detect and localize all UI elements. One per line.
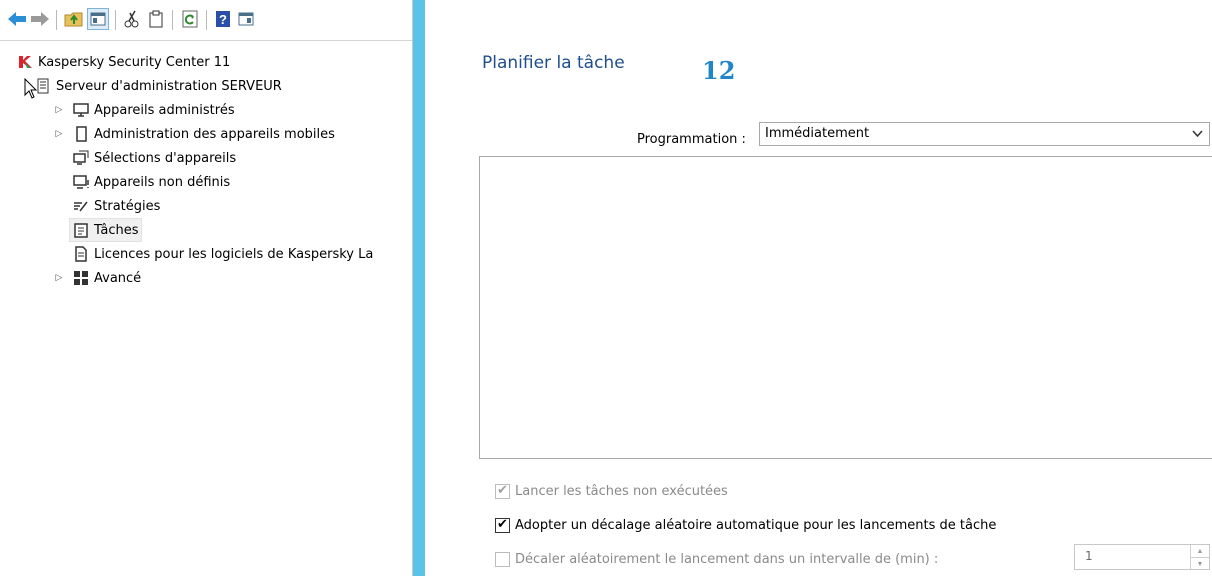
checkbox-box: ✔ xyxy=(495,483,510,499)
refresh-icon[interactable] xyxy=(180,9,200,29)
tree-node-managed-devices[interactable]: Appareils administrés xyxy=(72,99,235,121)
pane-splitter[interactable] xyxy=(413,0,425,576)
expand-arrow-icon[interactable]: ▷ xyxy=(54,99,64,121)
tree-node-advanced[interactable]: Avancé xyxy=(72,267,141,289)
console-tree-pane: ? Kaspersky Security Center 11 Serveur d… xyxy=(0,0,413,576)
tree-node-label: Administration des appareils mobiles xyxy=(94,126,335,142)
spinner-up-icon[interactable]: ▲ xyxy=(1191,545,1209,558)
wizard-step-title: Planifier la tâche xyxy=(482,53,625,73)
schedule-settings-area xyxy=(479,156,1212,459)
expand-arrow-icon[interactable]: ▷ xyxy=(54,267,64,289)
advanced-grid-icon xyxy=(72,269,90,287)
device-selection-icon xyxy=(72,149,90,167)
kaspersky-logo-icon xyxy=(16,53,34,71)
tree-node-tasks[interactable]: Tâches xyxy=(69,218,142,242)
interval-value: 1 xyxy=(1085,549,1093,563)
back-arrow-icon[interactable] xyxy=(7,9,27,29)
svg-text:?: ? xyxy=(219,12,227,27)
checkbox-label: Adopter un décalage aléatoire automatiqu… xyxy=(515,518,997,533)
tree-node-server[interactable]: Serveur d'administration SERVEUR xyxy=(34,75,282,97)
tree-node-label: Serveur d'administration SERVEUR xyxy=(56,78,282,94)
tree-node-label: Kaspersky Security Center 11 xyxy=(38,54,231,70)
random-delay-interval-checkbox[interactable]: Décaler aléatoirement le lancement dans … xyxy=(495,552,938,567)
tree-node-mobile-devices[interactable]: Administration des appareils mobiles xyxy=(72,123,335,145)
tree-node-label: Appareils administrés xyxy=(94,102,235,118)
wizard-pane: Planifier la tâche 12 Programmation : Im… xyxy=(425,0,1212,576)
monitor-icon xyxy=(72,101,90,119)
task-clipboard-icon xyxy=(72,221,90,239)
mouse-cursor-icon xyxy=(24,77,38,105)
programmation-label: Programmation : xyxy=(637,132,746,147)
tree-node-licenses[interactable]: Licences pour les logiciels de Kaspersky… xyxy=(72,243,373,265)
cut-icon[interactable] xyxy=(122,9,142,29)
mobile-device-icon xyxy=(72,125,90,143)
tree-node-policies[interactable]: Stratégies xyxy=(72,195,160,217)
tree-node-label: Tâches xyxy=(94,222,139,238)
tree-node-device-selections[interactable]: Sélections d'appareils xyxy=(72,147,236,169)
tree-node-kaspersky-security-center[interactable]: Kaspersky Security Center 11 xyxy=(16,51,230,73)
chevron-down-icon xyxy=(1192,127,1203,141)
checkbox-label: Lancer les tâches non exécutées xyxy=(515,484,728,499)
license-document-icon xyxy=(72,245,90,263)
expand-arrow-icon[interactable]: ▷ xyxy=(54,123,64,145)
tree-node-label: Stratégies xyxy=(94,198,161,214)
console-tree: Kaspersky Security Center 11 Serveur d'a… xyxy=(0,42,412,576)
paste-icon[interactable] xyxy=(146,9,166,29)
checkbox-box: ✔ xyxy=(495,517,510,533)
unassigned-device-icon xyxy=(72,173,90,191)
interval-minutes-spinner[interactable]: 1 ▲ ▼ xyxy=(1074,544,1210,570)
auto-random-delay-checkbox[interactable]: ✔ Adopter un décalage aléatoire automati… xyxy=(495,517,997,533)
programmation-value: Immédiatement xyxy=(765,126,870,141)
checkbox-label: Décaler aléatoirement le lancement dans … xyxy=(515,552,939,567)
tree-node-undefined-devices[interactable]: Appareils non définis xyxy=(72,171,230,193)
policy-icon xyxy=(72,197,90,215)
spinner-down-icon[interactable]: ▼ xyxy=(1191,558,1209,570)
step-number: 12 xyxy=(702,56,736,85)
tree-node-label: Sélections d'appareils xyxy=(94,150,237,166)
tree-node-label: Avancé xyxy=(94,270,142,286)
tree-node-label: Appareils non définis xyxy=(94,174,231,190)
forward-arrow-icon[interactable] xyxy=(30,9,50,29)
checkbox-box xyxy=(495,552,510,567)
run-missed-tasks-checkbox[interactable]: ✔ Lancer les tâches non exécutées xyxy=(495,483,728,499)
help-icon[interactable]: ? xyxy=(213,9,233,29)
action-pane-icon[interactable] xyxy=(236,9,256,29)
console-tree-icon[interactable] xyxy=(87,8,109,30)
programmation-dropdown[interactable]: Immédiatement xyxy=(759,122,1210,146)
tree-node-label: Licences pour les logiciels de Kaspersky… xyxy=(94,246,374,262)
toolbar: ? xyxy=(0,0,412,41)
folder-up-icon[interactable] xyxy=(64,9,84,29)
